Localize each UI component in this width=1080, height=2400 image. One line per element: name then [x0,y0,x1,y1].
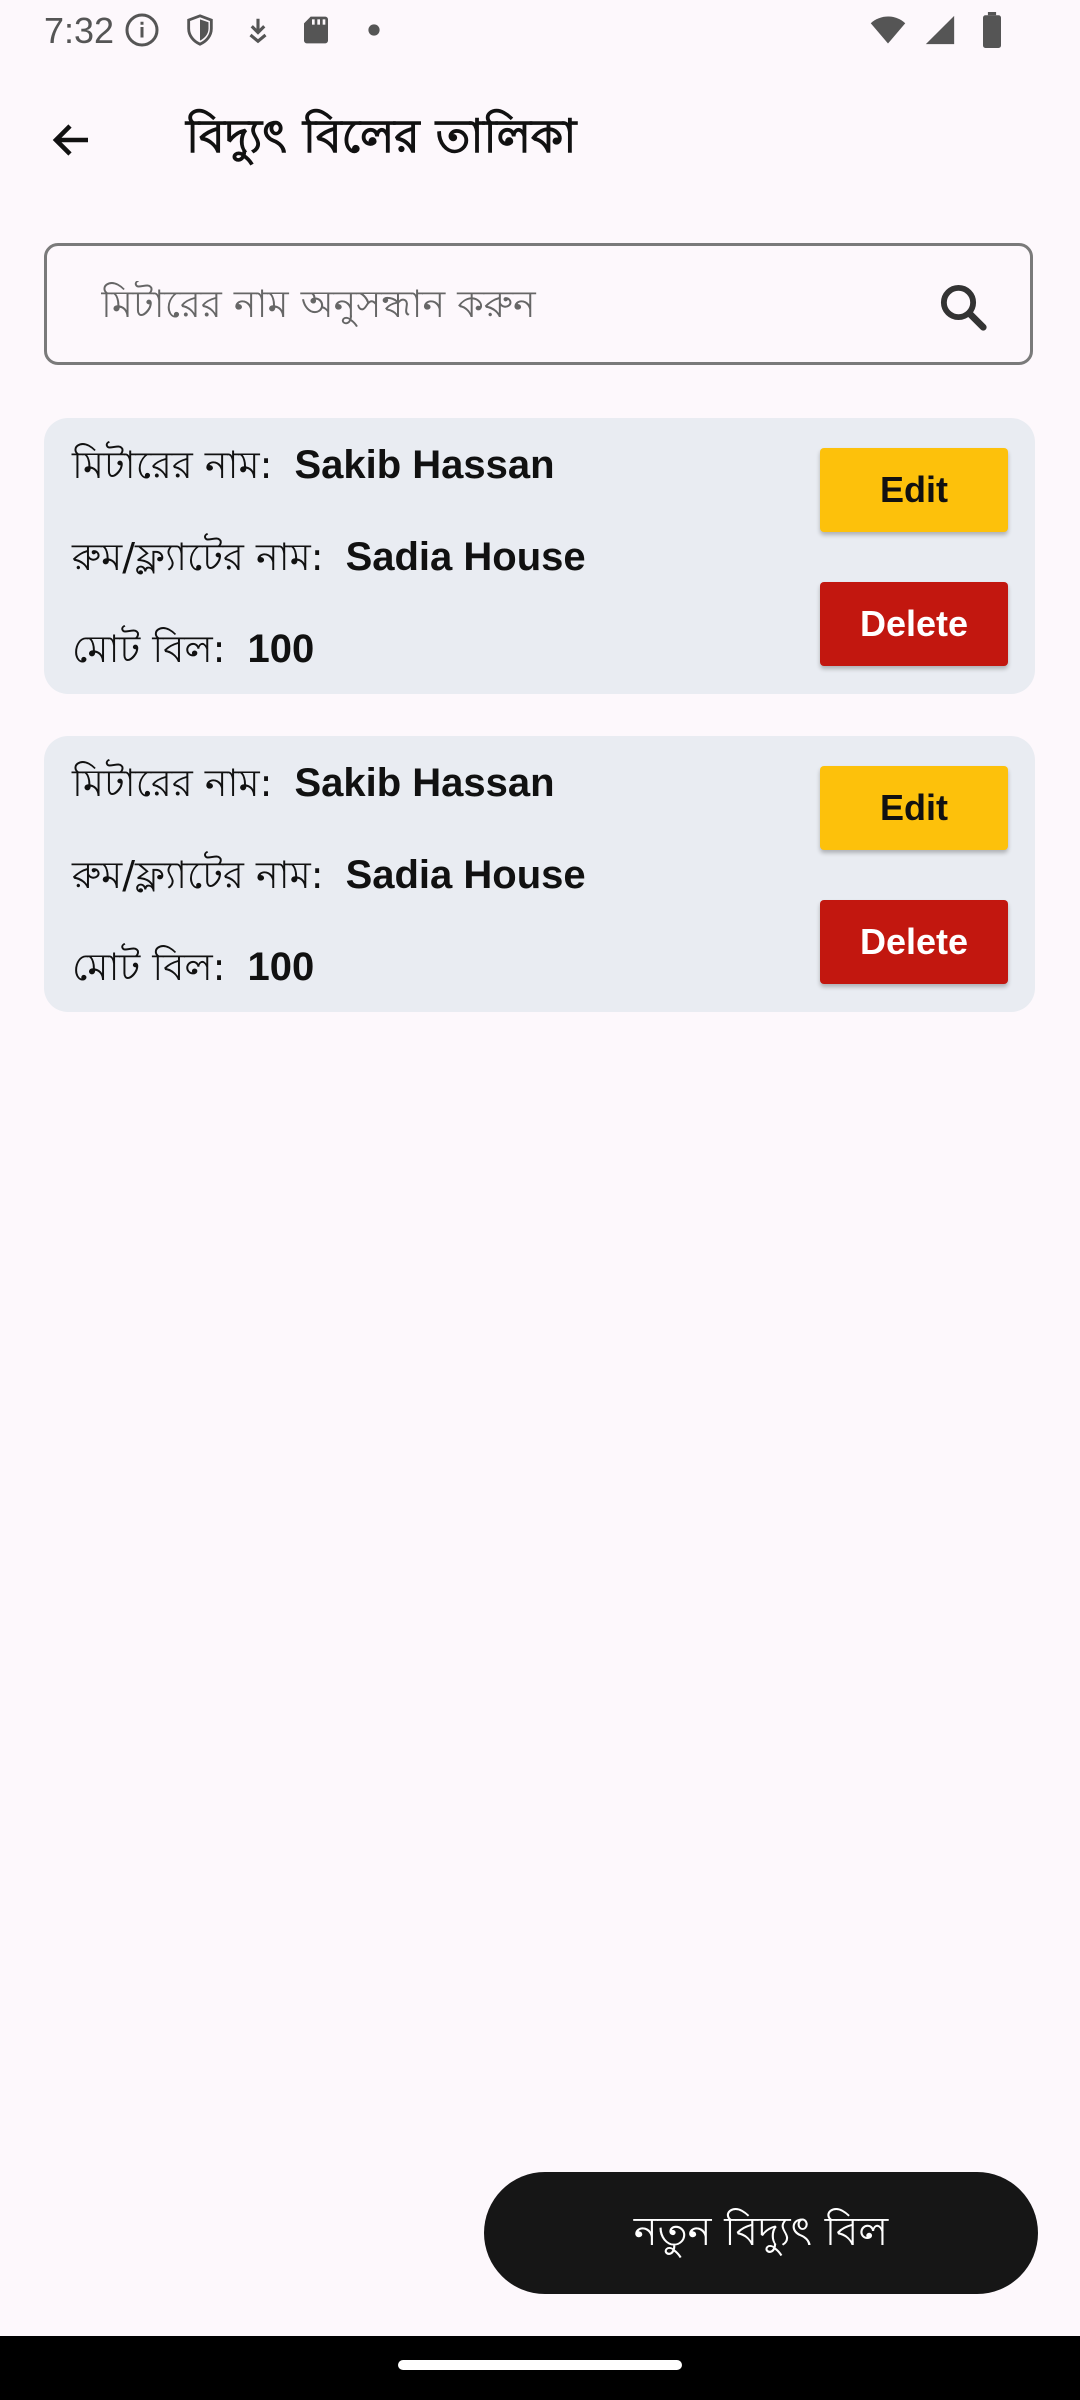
delete-button[interactable]: Delete [820,900,1008,984]
bill-card: মিটারের নাম: Sakib Hassan রুম/ফ্ল্যাটের … [44,418,1035,694]
search-box[interactable] [44,243,1033,365]
delete-button[interactable]: Delete [820,582,1008,666]
home-handle[interactable] [398,2360,682,2370]
arrow-left-icon [52,124,88,156]
search-icon[interactable] [936,280,990,334]
search-input[interactable] [99,281,923,327]
back-button[interactable] [36,104,108,176]
room-row: রুম/ফ্ল্যাটের নাম: Sadia House [72,846,586,910]
dot-icon [356,12,392,48]
total-value: 100 [247,945,315,989]
status-time: 7:32 [44,10,115,51]
meter-value: Sakib Hassan [294,443,555,487]
shield-icon [182,12,218,48]
status-bar: 7:32 [0,0,1080,62]
new-bill-button[interactable]: নতুন বিদ্যুৎ বিল [484,2172,1038,2294]
app-bar: বিদ্যুৎ বিলের তালিকা [0,90,1080,180]
battery-icon [974,12,1010,48]
total-label: মোট বিল: [72,945,226,989]
room-value: Sadia House [345,853,586,897]
meter-value: Sakib Hassan [294,761,555,805]
total-label: মোট বিল: [72,627,226,671]
sd-card-icon [298,12,334,48]
page-title: বিদ্যুৎ বিলের তালিকা [186,109,577,163]
total-value: 100 [247,627,315,671]
room-label: রুম/ফ্ল্যাটের নাম: [72,535,324,579]
navigation-bar [0,2336,1080,2400]
status-icons-right [870,12,1010,48]
meter-row: মিটারের নাম: Sakib Hassan [72,754,555,818]
meter-label: মিটারের নাম: [72,443,273,487]
room-value: Sadia House [345,535,586,579]
status-icons-left [124,12,392,48]
room-row: রুম/ফ্ল্যাটের নাম: Sadia House [72,528,586,592]
total-row: মোট বিল: 100 [72,620,314,684]
meter-label: মিটারের নাম: [72,761,273,805]
meter-row: মিটারের নাম: Sakib Hassan [72,436,555,500]
edit-button[interactable]: Edit [820,766,1008,850]
wifi-icon [870,12,906,48]
room-label: রুম/ফ্ল্যাটের নাম: [72,853,324,897]
total-row: মোট বিল: 100 [72,938,314,1002]
download-icon [240,12,276,48]
bill-card: মিটারের নাম: Sakib Hassan রুম/ফ্ল্যাটের … [44,736,1035,1012]
info-icon [124,12,160,48]
edit-button[interactable]: Edit [820,448,1008,532]
signal-icon [922,12,958,48]
